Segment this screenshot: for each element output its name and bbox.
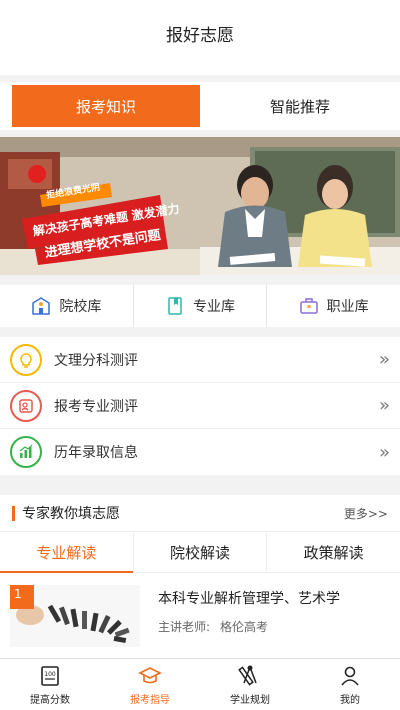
score-icon: 100: [41, 665, 59, 686]
list-item-subject-assessment[interactable]: 文理分科测评 »: [0, 337, 400, 383]
book-icon: [168, 297, 182, 315]
quick-link-label: 专业库: [193, 299, 235, 315]
section-header: 专家教你填志愿 更多>>: [0, 495, 400, 531]
tab-knowledge[interactable]: 报考知识: [12, 85, 200, 127]
compass-ruler-icon: [238, 665, 257, 686]
bulb-icon: [10, 343, 42, 376]
nav-application-guide[interactable]: 报考指导: [100, 659, 200, 710]
course-title: 本科专业解析管理学、艺术学: [158, 591, 340, 607]
nav-mine[interactable]: 我的: [300, 659, 400, 710]
bottom-nav: 100 提高分数 报考指导 学业规划 我的: [0, 658, 400, 710]
profile-icon: [10, 389, 42, 422]
teacher-name: 格伦高考: [220, 620, 269, 634]
nav-study-plan[interactable]: 学业规划: [200, 659, 300, 710]
page-title: 报好志愿: [166, 26, 234, 46]
course-thumbnail: 1: [10, 585, 140, 647]
quick-link-label: 院校库: [59, 299, 102, 315]
nav-label: 我的: [340, 694, 360, 706]
quick-links: 院校库 专业库 职业库: [0, 285, 400, 327]
tab-smart-recommend[interactable]: 智能推荐: [200, 82, 400, 130]
app-page: 报好志愿 报考知识 智能推荐 拒绝浪费光阴 解决孩子高考难题 激发潜力 进理想学…: [0, 0, 400, 710]
nav-label: 提高分数: [30, 694, 70, 706]
list-item-label: 报考专业测评: [54, 398, 138, 415]
quick-link-careers[interactable]: 职业库: [267, 285, 400, 327]
tab-policy-interpretation[interactable]: 政策解读: [267, 532, 400, 572]
user-icon: [341, 666, 359, 686]
course-teacher: 主讲老师: 格伦高考: [158, 618, 388, 635]
list-item-major-assessment[interactable]: 报考专业测评 »: [0, 383, 400, 429]
more-link[interactable]: 更多>>: [344, 505, 388, 522]
chevron-right-icon: »: [378, 441, 390, 463]
nav-improve-score[interactable]: 100 提高分数: [0, 659, 100, 710]
assessment-list: 文理分科测评 » 报考专业测评 » 历年录取信息 »: [0, 337, 400, 475]
quick-link-majors[interactable]: 专业库: [134, 285, 268, 327]
header: 报好志愿: [0, 0, 400, 75]
chevron-right-icon: »: [378, 349, 390, 370]
tab-school-interpretation[interactable]: 院校解读: [134, 532, 268, 572]
nav-label: 学业规划: [230, 694, 270, 706]
rank-badge: 1: [10, 585, 34, 609]
nav-label: 报考指导: [130, 694, 170, 706]
section-tabs: 专业解读 院校解读 政策解读: [0, 531, 400, 573]
graduation-cap-icon: [138, 666, 162, 683]
course-info: 本科专业解析管理学、艺术学 主讲老师: 格伦高考: [140, 585, 388, 647]
list-item-label: 历年录取信息: [54, 445, 138, 461]
tab-major-interpretation[interactable]: 专业解读: [0, 532, 134, 573]
quick-link-label: 职业库: [326, 299, 369, 315]
briefcase-icon: [299, 298, 318, 314]
section-title: 专家教你填志愿: [22, 506, 120, 522]
course-item[interactable]: 1 本科专业解析管理学、艺术学 主讲老师: 格伦高考: [0, 573, 400, 647]
chevron-right-icon: »: [378, 395, 390, 416]
expert-section: 专家教你填志愿 更多>> 专业解读 院校解读 政策解读 1 本科专业解析管理学、…: [0, 495, 400, 660]
top-tabs: 报考知识 智能推荐: [0, 82, 400, 130]
list-item-label: 文理分科测评: [54, 352, 138, 369]
section-accent-bar: [12, 505, 15, 521]
teacher-label: 主讲老师:: [158, 620, 211, 634]
school-icon: [32, 297, 51, 315]
list-item-admission-history[interactable]: 历年录取信息 »: [0, 429, 400, 475]
svg-text:100: 100: [44, 671, 56, 678]
chart-icon: [10, 436, 42, 468]
quick-link-schools[interactable]: 院校库: [0, 285, 134, 327]
promo-banner[interactable]: 拒绝浪费光阴 解决孩子高考难题 激发潜力 进理想学校不是问题: [0, 137, 400, 275]
